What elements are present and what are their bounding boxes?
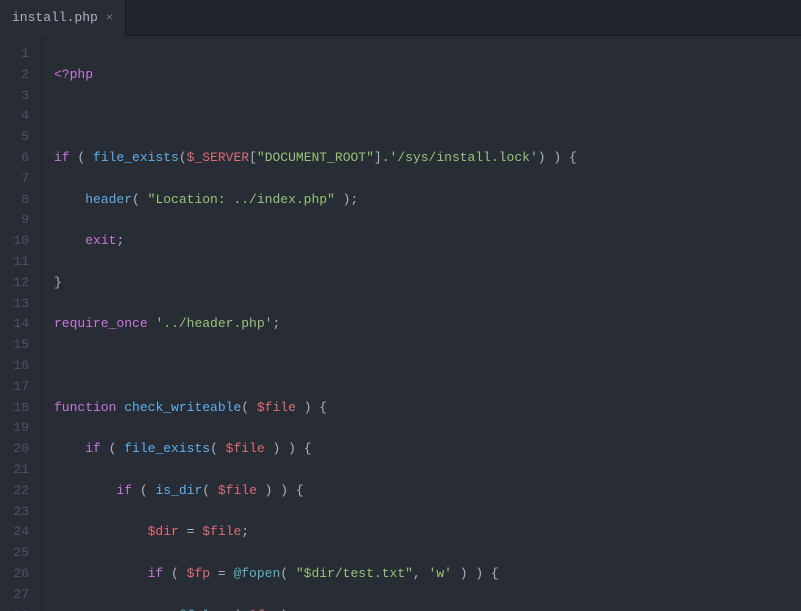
tab-filename: install.php <box>12 10 98 25</box>
line-num: 15 <box>8 335 29 356</box>
line-num: 10 <box>8 231 29 252</box>
code-line-4: header( "Location: ../index.php" ); <box>54 190 793 211</box>
line-num: 5 <box>8 127 29 148</box>
code-line-11: if ( is_dir( $file ) ) { <box>54 481 793 502</box>
tab-bar: install.php × <box>0 0 801 36</box>
line-num: 6 <box>8 148 29 169</box>
code-area: 1 2 3 4 5 6 7 8 9 10 11 12 13 14 15 16 1… <box>0 36 801 611</box>
code-line-6: } <box>54 273 793 294</box>
line-num: 11 <box>8 252 29 273</box>
line-num: 14 <box>8 314 29 335</box>
line-num: 1 <box>8 44 29 65</box>
line-num: 8 <box>8 190 29 211</box>
line-num: 4 <box>8 106 29 127</box>
line-num: 18 <box>8 398 29 419</box>
line-num: 28 <box>8 606 29 611</box>
line-num: 23 <box>8 502 29 523</box>
code-line-9: function check_writeable( $file ) { <box>54 398 793 419</box>
line-num: 16 <box>8 356 29 377</box>
line-numbers: 1 2 3 4 5 6 7 8 9 10 11 12 13 14 15 16 1… <box>0 36 42 611</box>
file-tab[interactable]: install.php × <box>0 0 126 36</box>
editor-window: install.php × 1 2 3 4 5 6 7 8 9 10 11 12… <box>0 0 801 611</box>
code-line-14: @fclose( $fp ); <box>54 606 793 611</box>
line-num: 17 <box>8 377 29 398</box>
line-num: 22 <box>8 481 29 502</box>
line-num: 25 <box>8 543 29 564</box>
code-line-1: <?php <box>54 65 793 86</box>
code-content: <?php if ( file_exists($_SERVER["DOCUMEN… <box>42 36 801 611</box>
code-line-2 <box>54 106 793 127</box>
line-num: 12 <box>8 273 29 294</box>
code-line-7: require_once '../header.php'; <box>54 314 793 335</box>
tab-close-icon[interactable]: × <box>106 12 113 24</box>
line-num: 19 <box>8 418 29 439</box>
line-num: 26 <box>8 564 29 585</box>
line-num: 24 <box>8 522 29 543</box>
line-num: 3 <box>8 86 29 107</box>
line-num: 7 <box>8 169 29 190</box>
line-num: 13 <box>8 294 29 315</box>
line-num: 2 <box>8 65 29 86</box>
code-line-3: if ( file_exists($_SERVER["DOCUMENT_ROOT… <box>54 148 793 169</box>
line-num: 21 <box>8 460 29 481</box>
code-line-5: exit; <box>54 231 793 252</box>
code-line-13: if ( $fp = @fopen( "$dir/test.txt", 'w' … <box>54 564 793 585</box>
line-num: 27 <box>8 585 29 606</box>
code-line-12: $dir = $file; <box>54 522 793 543</box>
code-line-8 <box>54 356 793 377</box>
code-line-10: if ( file_exists( $file ) ) { <box>54 439 793 460</box>
line-num: 20 <box>8 439 29 460</box>
line-num: 9 <box>8 210 29 231</box>
